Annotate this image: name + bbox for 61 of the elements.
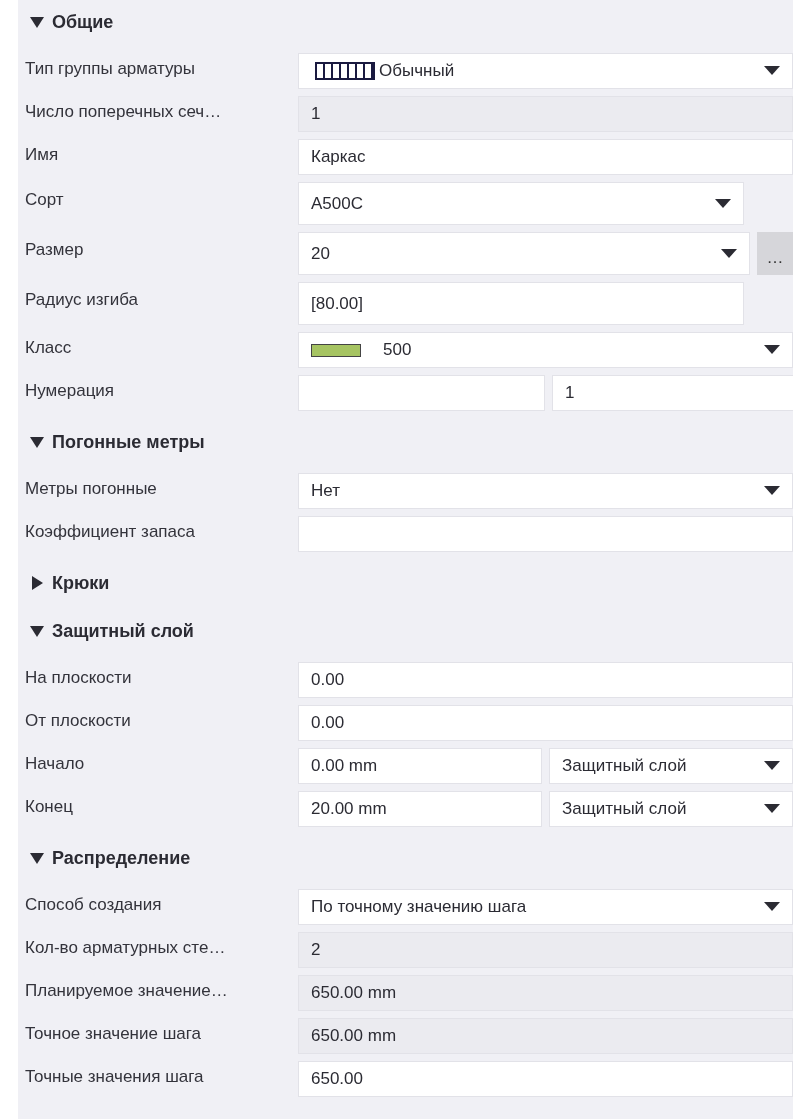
dropdown[interactable]: По точному значению шага — [298, 889, 793, 925]
caret-icon — [764, 66, 780, 76]
caret-icon — [30, 576, 44, 590]
dropdown[interactable]: Защитный слой — [549, 791, 793, 827]
section-header[interactable]: Защитный слой — [25, 614, 194, 648]
field-label: Точные значения шага — [25, 1066, 204, 1088]
field-label: Кол-во арматурных сте… — [25, 937, 226, 959]
caret-icon — [764, 804, 780, 814]
text-field[interactable]: 0.00 mm — [298, 748, 542, 784]
section-header[interactable]: Распределение — [25, 841, 191, 875]
text-field[interactable] — [298, 516, 793, 552]
readonly-field: 650.00 mm — [298, 1018, 793, 1054]
text-field[interactable] — [298, 375, 545, 411]
caret-icon — [715, 198, 731, 209]
section-header[interactable]: Общие — [25, 5, 114, 39]
field-label: Коэффициент запаса — [25, 521, 195, 543]
text-field[interactable]: 20.00 mm — [298, 791, 542, 827]
dropdown[interactable]: 500 — [298, 332, 793, 368]
readonly-field: 650.00 mm — [298, 975, 793, 1011]
field-label: Точное значение шага — [25, 1023, 202, 1045]
caret-icon — [764, 486, 780, 496]
field-label: Начало — [25, 753, 85, 775]
field-label: Радиус изгиба — [25, 289, 138, 311]
field-label: Планируемое значение… — [25, 980, 228, 1002]
text-field[interactable]: 650.00 — [298, 1061, 793, 1097]
dropdown[interactable]: Обычный — [298, 53, 793, 89]
caret-icon — [30, 435, 44, 449]
caret-icon — [764, 902, 780, 912]
field-label: Метры погонные — [25, 478, 157, 500]
dropdown[interactable]: Защитный слой — [549, 748, 793, 784]
field-label: Нумерация — [25, 380, 115, 402]
readonly-field: 2 — [298, 932, 793, 968]
rebar-pattern-icon — [315, 62, 375, 80]
more-button[interactable]: … — [757, 232, 793, 275]
field-label: Тип группы арматуры — [25, 58, 196, 80]
dropdown[interactable]: A500C — [298, 182, 744, 225]
field-label: На плоскости — [25, 667, 132, 689]
text-field[interactable]: 0.00 — [298, 705, 793, 741]
dropdown[interactable]: 20 — [298, 232, 750, 275]
dropdown[interactable]: Нет — [298, 473, 793, 509]
text-field[interactable]: Каркас — [298, 139, 793, 175]
field-label: Сорт — [25, 189, 64, 211]
caret-icon — [30, 15, 44, 29]
caret-icon — [30, 851, 44, 865]
field-label: Число поперечных сеч… — [25, 101, 222, 123]
field-label: От плоскости — [25, 710, 131, 732]
field-label: Имя — [25, 144, 59, 166]
text-field[interactable]: 1 — [552, 375, 793, 411]
field-label: Конец — [25, 796, 73, 818]
section-header[interactable]: Крюки — [25, 566, 110, 600]
readonly-field: 1 — [298, 96, 793, 132]
field-label: Размер — [25, 239, 84, 261]
section-header[interactable]: Погонные метры — [25, 425, 205, 459]
text-field[interactable]: [80.00] — [298, 282, 744, 325]
text-field[interactable]: 0.00 — [298, 662, 793, 698]
caret-icon — [764, 761, 780, 771]
caret-icon — [764, 345, 780, 355]
caret-icon — [30, 624, 44, 638]
caret-icon — [721, 248, 737, 259]
field-label: Класс — [25, 337, 72, 359]
field-label: Способ создания — [25, 894, 162, 916]
